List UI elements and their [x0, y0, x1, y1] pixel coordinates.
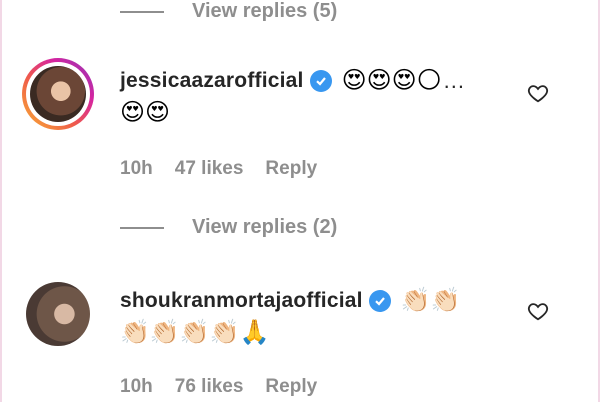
reply-button[interactable]: Reply	[265, 376, 317, 398]
comment-meta: 10h 47 likes Reply	[120, 158, 339, 180]
comment-more-button[interactable]: ...	[444, 68, 465, 94]
comment-time: 10h	[120, 376, 153, 397]
verified-badge-icon	[309, 70, 332, 92]
view-replies-label: View replies (2)	[192, 216, 338, 238]
heart-outline-icon[interactable]	[527, 300, 549, 322]
comment-likes[interactable]: 76 likes	[175, 376, 244, 398]
comment-meta: 10h 76 likes Reply	[120, 376, 339, 398]
avatar-photo	[30, 66, 86, 122]
replies-divider-line	[120, 226, 164, 229]
comment-username[interactable]: shoukranmortajaofficial	[120, 289, 363, 313]
verified-badge-icon	[368, 290, 391, 312]
frame-border-left	[0, 0, 2, 402]
heart-outline-icon[interactable]	[527, 82, 549, 104]
comment-text: 👏🏻👏🏻	[400, 287, 461, 314]
comment-text: 😍😍😍🌕	[341, 67, 442, 94]
view-replies-button-top[interactable]: View replies (5)	[120, 0, 337, 23]
comment-likes[interactable]: 47 likes	[175, 158, 244, 180]
comment-username[interactable]: jessicaazarofficial	[120, 69, 304, 93]
comment-text-line-2: 😍😍	[120, 99, 171, 126]
avatar[interactable]	[22, 58, 94, 130]
reply-button[interactable]: Reply	[265, 158, 317, 180]
view-replies-label: View replies (5)	[192, 0, 338, 22]
comment-text-line-2: 👏🏻👏🏻👏🏻👏🏻🙏	[120, 319, 270, 346]
comment-time: 10h	[120, 158, 153, 179]
replies-divider-line	[120, 10, 164, 13]
avatar[interactable]	[26, 282, 90, 346]
view-replies-button[interactable]: View replies (2)	[120, 216, 337, 239]
